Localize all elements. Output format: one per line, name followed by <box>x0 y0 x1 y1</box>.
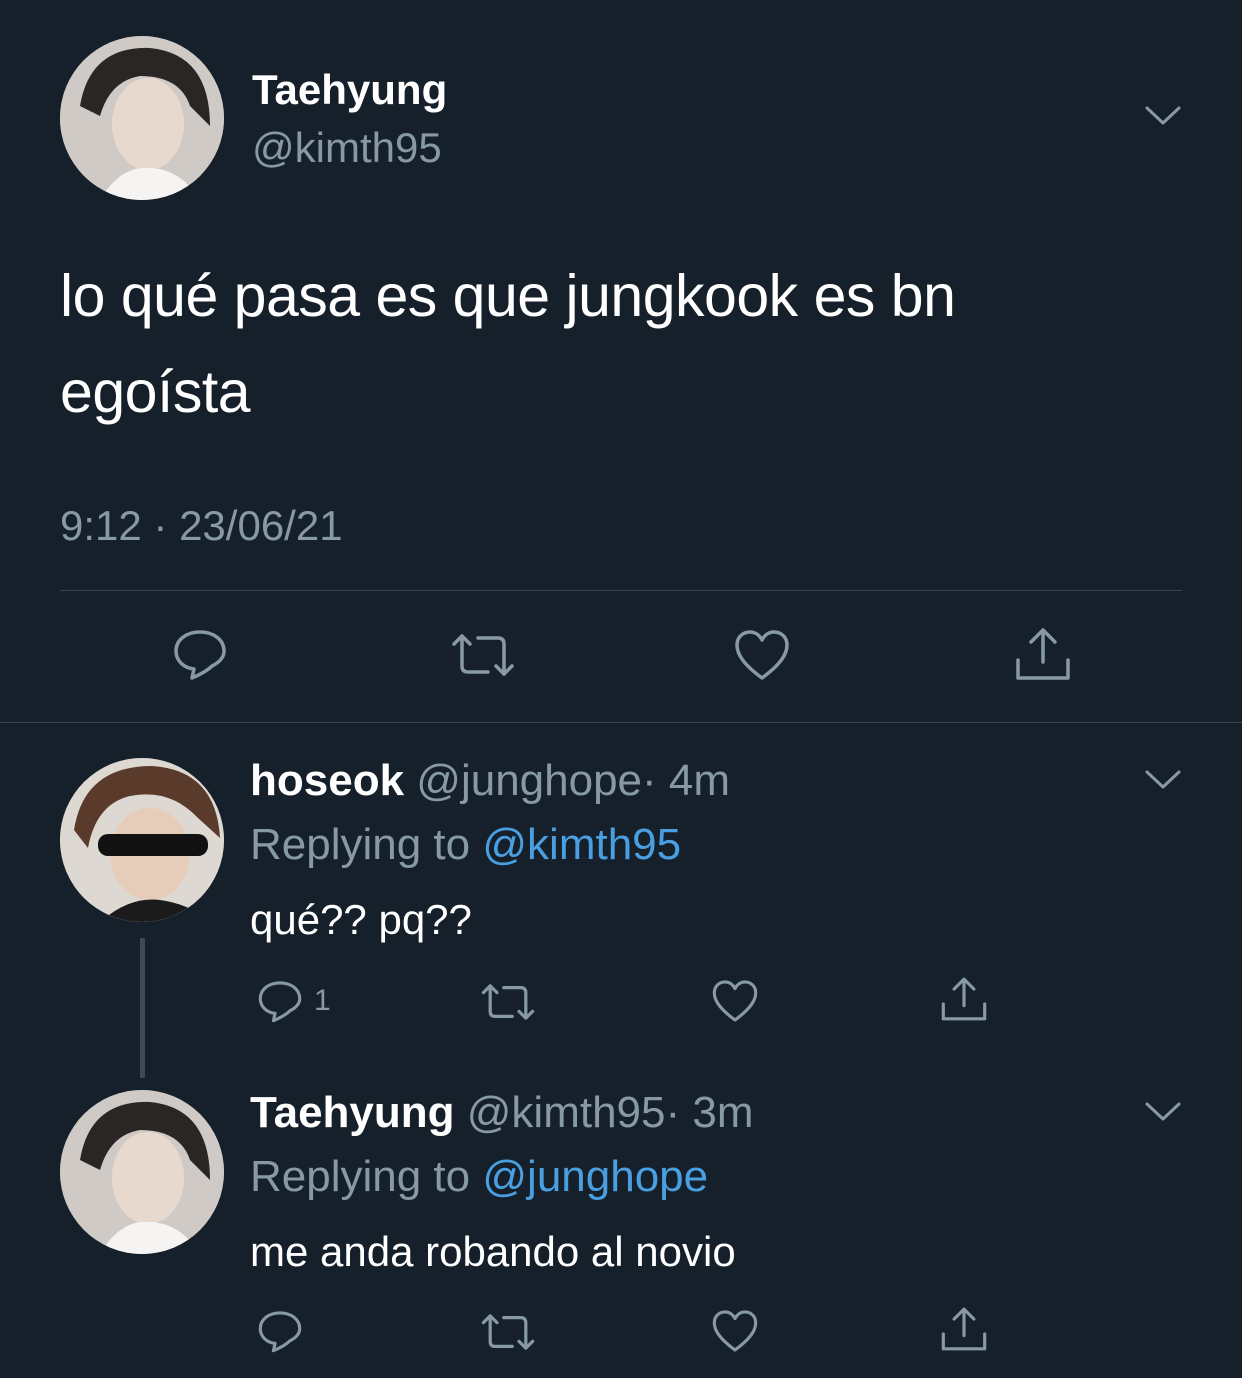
reply1-replying-to: Replying to @kimth95 <box>250 820 681 870</box>
reply1-text: qué?? pq?? <box>250 896 472 943</box>
reply2-display-name[interactable]: Taehyung <box>250 1088 455 1137</box>
reply2-time[interactable]: · 3m <box>666 1088 754 1137</box>
chevron-down-icon[interactable] <box>1144 768 1182 792</box>
replying-to-label: Replying to <box>250 820 471 869</box>
divider <box>60 590 1182 591</box>
reply1-header: hoseok @junghope· 4m <box>250 756 730 806</box>
reply2-text: me anda robando al novio <box>250 1228 736 1275</box>
retweet-icon[interactable] <box>480 982 536 1022</box>
main-tweet-text-line2: egoísta <box>60 359 251 425</box>
chevron-down-icon[interactable] <box>1144 1100 1182 1124</box>
share-icon[interactable] <box>940 1304 988 1354</box>
retweet-icon[interactable] <box>450 632 516 678</box>
replying-to-handle[interactable]: @kimth95 <box>482 820 681 869</box>
avatar-taehyung[interactable] <box>60 36 224 200</box>
main-handle[interactable]: @kimth95 <box>252 124 442 172</box>
reply-icon[interactable] <box>256 1308 304 1354</box>
replying-to-handle[interactable]: @junghope <box>482 1152 708 1201</box>
reply2-header: Taehyung @kimth95· 3m <box>250 1088 754 1138</box>
reply1-handle[interactable]: @junghope <box>416 756 642 805</box>
reply-icon[interactable] <box>172 626 228 682</box>
reply2-replying-to: Replying to @junghope <box>250 1152 708 1202</box>
main-display-name[interactable]: Taehyung <box>252 66 447 114</box>
retweet-icon[interactable] <box>480 1312 536 1352</box>
main-tweet-text-line1: lo qué pasa es que jungkook es bn <box>60 263 956 329</box>
avatar-taehyung[interactable] <box>60 1090 224 1254</box>
reply-icon[interactable] <box>256 978 304 1024</box>
like-icon[interactable] <box>733 628 791 682</box>
avatar-hoseok[interactable] <box>60 758 224 922</box>
reply1-display-name[interactable]: hoseok <box>250 756 404 805</box>
replying-to-label: Replying to <box>250 1152 471 1201</box>
reply-count: 1 <box>314 984 331 1017</box>
thread-line <box>140 938 145 1078</box>
like-icon[interactable] <box>711 978 759 1024</box>
share-icon[interactable] <box>1014 624 1072 684</box>
reply1-time[interactable]: · 4m <box>642 756 730 805</box>
reply2-handle[interactable]: @kimth95 <box>467 1088 666 1137</box>
chevron-down-icon[interactable] <box>1144 104 1182 128</box>
main-timestamp[interactable]: 9:12 · 23/06/21 <box>60 502 343 550</box>
like-icon[interactable] <box>711 1308 759 1354</box>
divider <box>0 722 1242 723</box>
share-icon[interactable] <box>940 974 988 1024</box>
